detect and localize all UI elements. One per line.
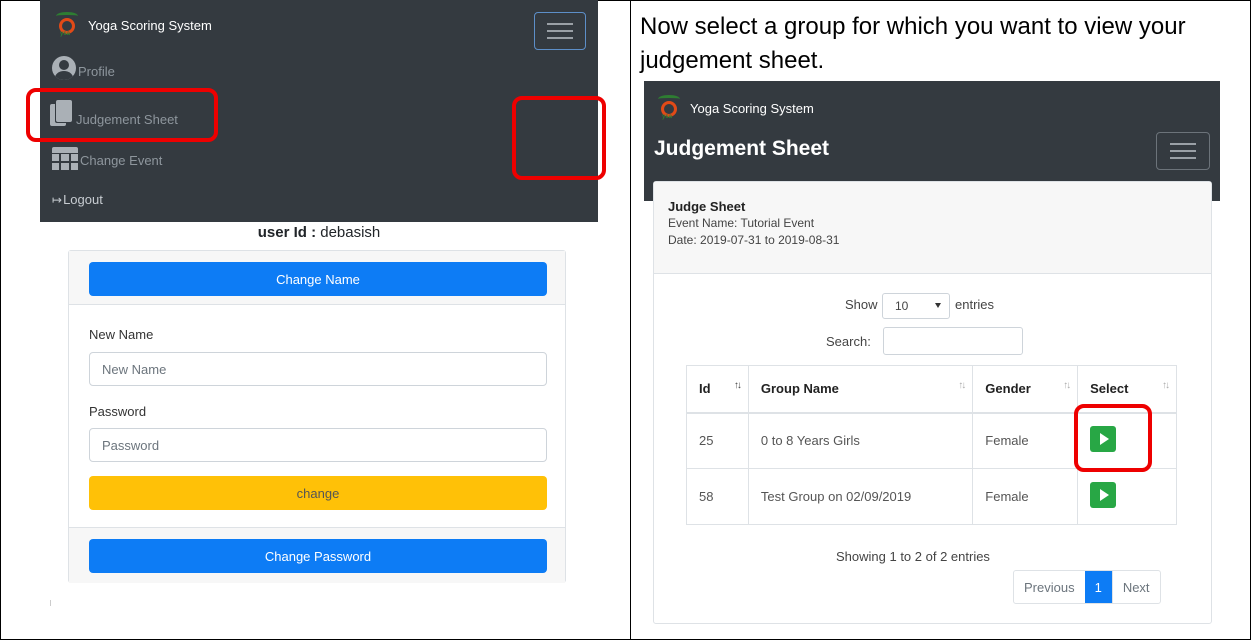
password-input[interactable]: Password	[89, 428, 547, 462]
nav-item-change-event[interactable]: Change Event	[52, 144, 162, 170]
table-info: Showing 1 to 2 of 2 entries	[836, 549, 990, 564]
show-label: Show	[845, 297, 878, 312]
column-header-group-name[interactable]: Group Name ↑↓	[747, 365, 974, 414]
nav-item-logout[interactable]: ↦ Logout	[52, 192, 103, 207]
card-header: Change Name	[69, 251, 565, 305]
brand-name: Yoga Scoring System	[690, 100, 814, 116]
hamburger-icon-bar	[547, 37, 573, 39]
cell-gender: Female	[972, 412, 1079, 469]
entries-select[interactable]: 10	[882, 293, 950, 319]
cell-gender: Female	[972, 468, 1079, 525]
left-brand[interactable]: ysa Yoga Scoring System	[56, 12, 212, 38]
right-brand[interactable]: ysa Yoga Scoring System	[658, 95, 814, 121]
nav-item-label: Logout	[63, 192, 103, 207]
sheet-title: Judge Sheet	[668, 199, 746, 214]
search-input[interactable]	[883, 327, 1023, 355]
hamburger-icon-bar	[1170, 157, 1196, 159]
new-name-label: New Name	[89, 327, 154, 342]
instruction-text: Now select a group for which you want to…	[640, 13, 1186, 74]
change-password-button[interactable]: Change Password	[89, 539, 547, 573]
pagination: Previous 1 Next	[1013, 570, 1161, 604]
cell-select	[1077, 468, 1177, 525]
brand-name: Yoga Scoring System	[88, 17, 212, 33]
column-header-gender[interactable]: Gender ↑↓	[972, 365, 1079, 414]
highlight-judgement-sheet	[26, 88, 218, 142]
user-id-value: debasish	[320, 224, 381, 241]
navbar-toggler-button[interactable]	[1156, 132, 1210, 170]
yoga-logo-icon: ysa	[658, 95, 680, 121]
entries-label: entries	[955, 297, 995, 312]
sort-icon: ↑↓	[733, 380, 742, 391]
cell-group-name: Test Group on 02/09/2019	[747, 468, 974, 525]
play-select-button[interactable]	[1090, 482, 1117, 508]
caret-down-icon	[935, 303, 941, 308]
sort-icon: ↑↓	[1162, 380, 1170, 391]
change-button[interactable]: change	[89, 476, 547, 510]
new-name-input[interactable]: New Name	[89, 352, 547, 386]
navbar-toggler-button[interactable]	[534, 12, 586, 50]
page-title: Judgement Sheet	[654, 137, 830, 160]
nav-item-label: Change Event	[80, 153, 163, 168]
nav-item-profile[interactable]: Profile	[52, 56, 115, 80]
profile-card: Change Name New Name New Name Password P…	[68, 250, 566, 583]
card-header: Judge Sheet Event Name: Tutorial Event D…	[654, 182, 1211, 274]
nav-item-label: Profile	[78, 64, 115, 79]
calendar-icon	[52, 144, 78, 170]
user-id-line: user Id : debasish	[54, 224, 584, 241]
sort-icon: ↑↓	[958, 380, 966, 391]
pagination-page-1[interactable]: 1	[1084, 571, 1112, 603]
pagination-previous[interactable]: Previous	[1014, 571, 1085, 603]
entries-value: 10	[895, 299, 909, 313]
user-id-label: user Id :	[257, 224, 321, 241]
change-name-button[interactable]: Change Name	[89, 262, 547, 296]
cell-id: 58	[686, 468, 749, 525]
screenshot-edge	[50, 600, 51, 606]
column-divider	[630, 0, 631, 640]
highlight-select-button	[1074, 404, 1152, 472]
highlight-empty-area	[512, 96, 606, 180]
event-name: Event Name: Tutorial Event	[668, 216, 815, 230]
cell-group-name: 0 to 8 Years Girls	[747, 412, 974, 469]
hamburger-icon-bar	[1170, 150, 1196, 152]
sign-out-icon: ↦	[52, 193, 63, 207]
hamburger-icon-bar	[547, 23, 573, 25]
hamburger-icon-bar	[547, 30, 573, 32]
sort-icon: ↑↓	[1063, 380, 1071, 391]
pagination-next[interactable]: Next	[1111, 571, 1160, 603]
user-circle-icon	[52, 56, 76, 80]
yoga-logo-icon: ysa	[56, 12, 78, 38]
hamburger-icon-bar	[1170, 143, 1196, 145]
date-range: Date: 2019-07-31 to 2019-08-31	[668, 233, 840, 247]
column-header-id[interactable]: Id ↑↓	[686, 365, 749, 414]
card-footer: Change Password	[69, 527, 565, 583]
search-label: Search:	[826, 334, 871, 349]
password-label: Password	[89, 404, 147, 419]
table-row: 58 Test Group on 02/09/2019 Female	[686, 468, 1177, 525]
cell-id: 25	[686, 412, 749, 469]
